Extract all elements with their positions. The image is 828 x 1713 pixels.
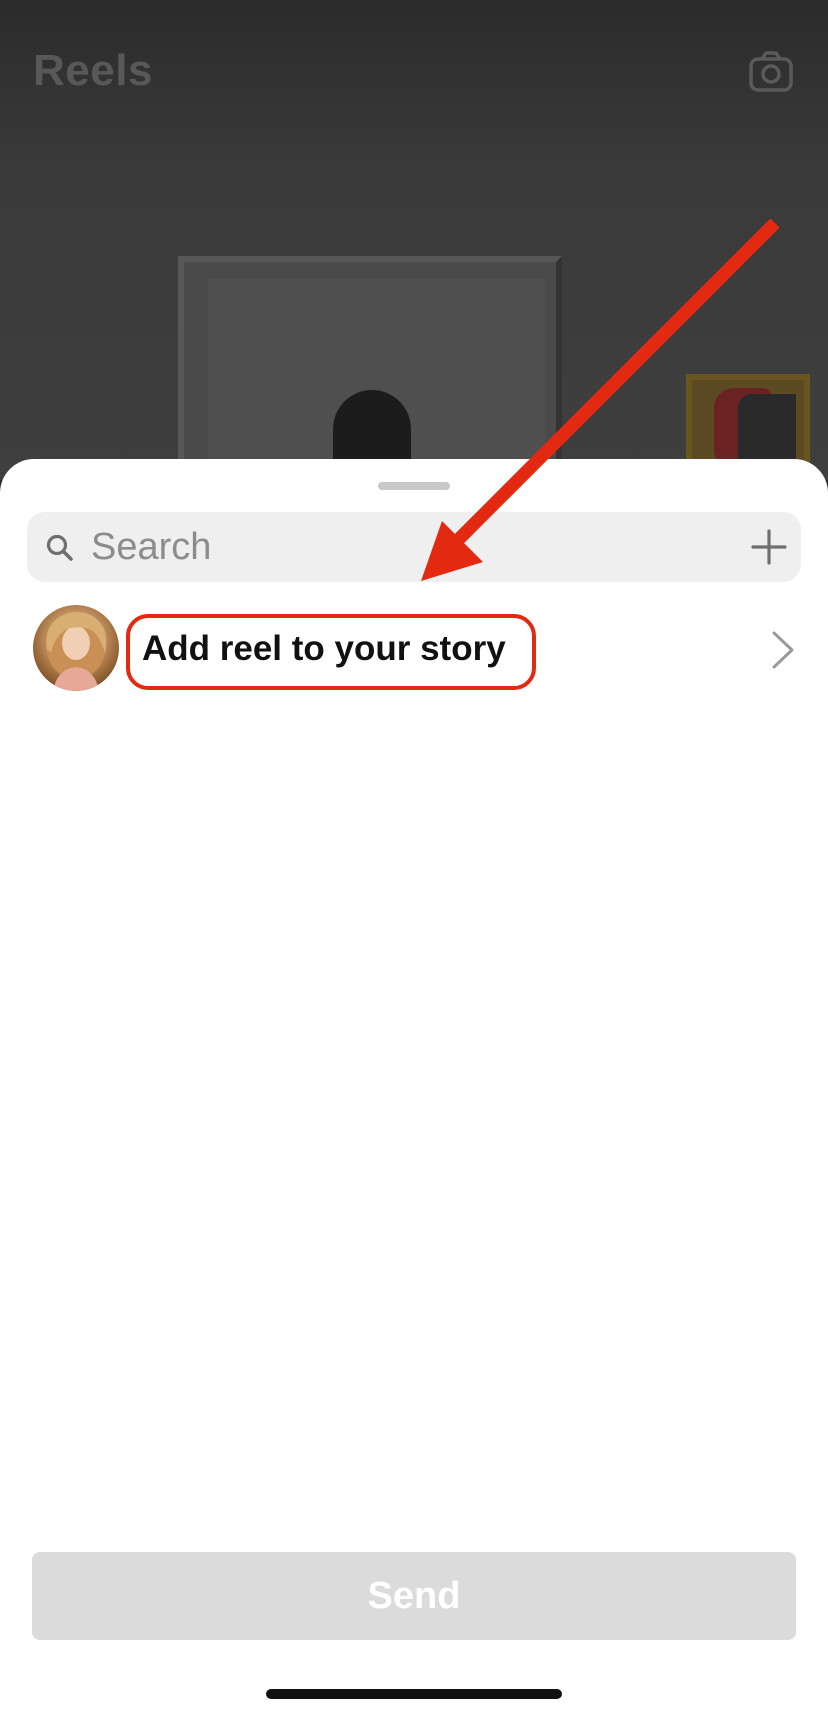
send-button[interactable]: Send bbox=[32, 1552, 796, 1640]
add-reel-to-story-row[interactable]: Add reel to your story bbox=[0, 605, 828, 697]
plus-icon[interactable] bbox=[751, 529, 787, 565]
search-input[interactable] bbox=[91, 512, 711, 582]
page-title: Reels bbox=[33, 46, 153, 95]
search-icon bbox=[46, 534, 73, 561]
chevron-right-icon bbox=[772, 631, 794, 669]
camera-icon[interactable] bbox=[748, 49, 794, 95]
add-reel-to-story-label: Add reel to your story bbox=[142, 629, 506, 668]
share-sheet: Add reel to your story Send bbox=[0, 459, 828, 1713]
avatar bbox=[33, 605, 119, 691]
search-bar[interactable] bbox=[27, 512, 801, 582]
sheet-grabber[interactable] bbox=[378, 482, 450, 490]
reel-video-background: Reels bbox=[0, 0, 828, 480]
home-indicator bbox=[266, 1689, 562, 1699]
